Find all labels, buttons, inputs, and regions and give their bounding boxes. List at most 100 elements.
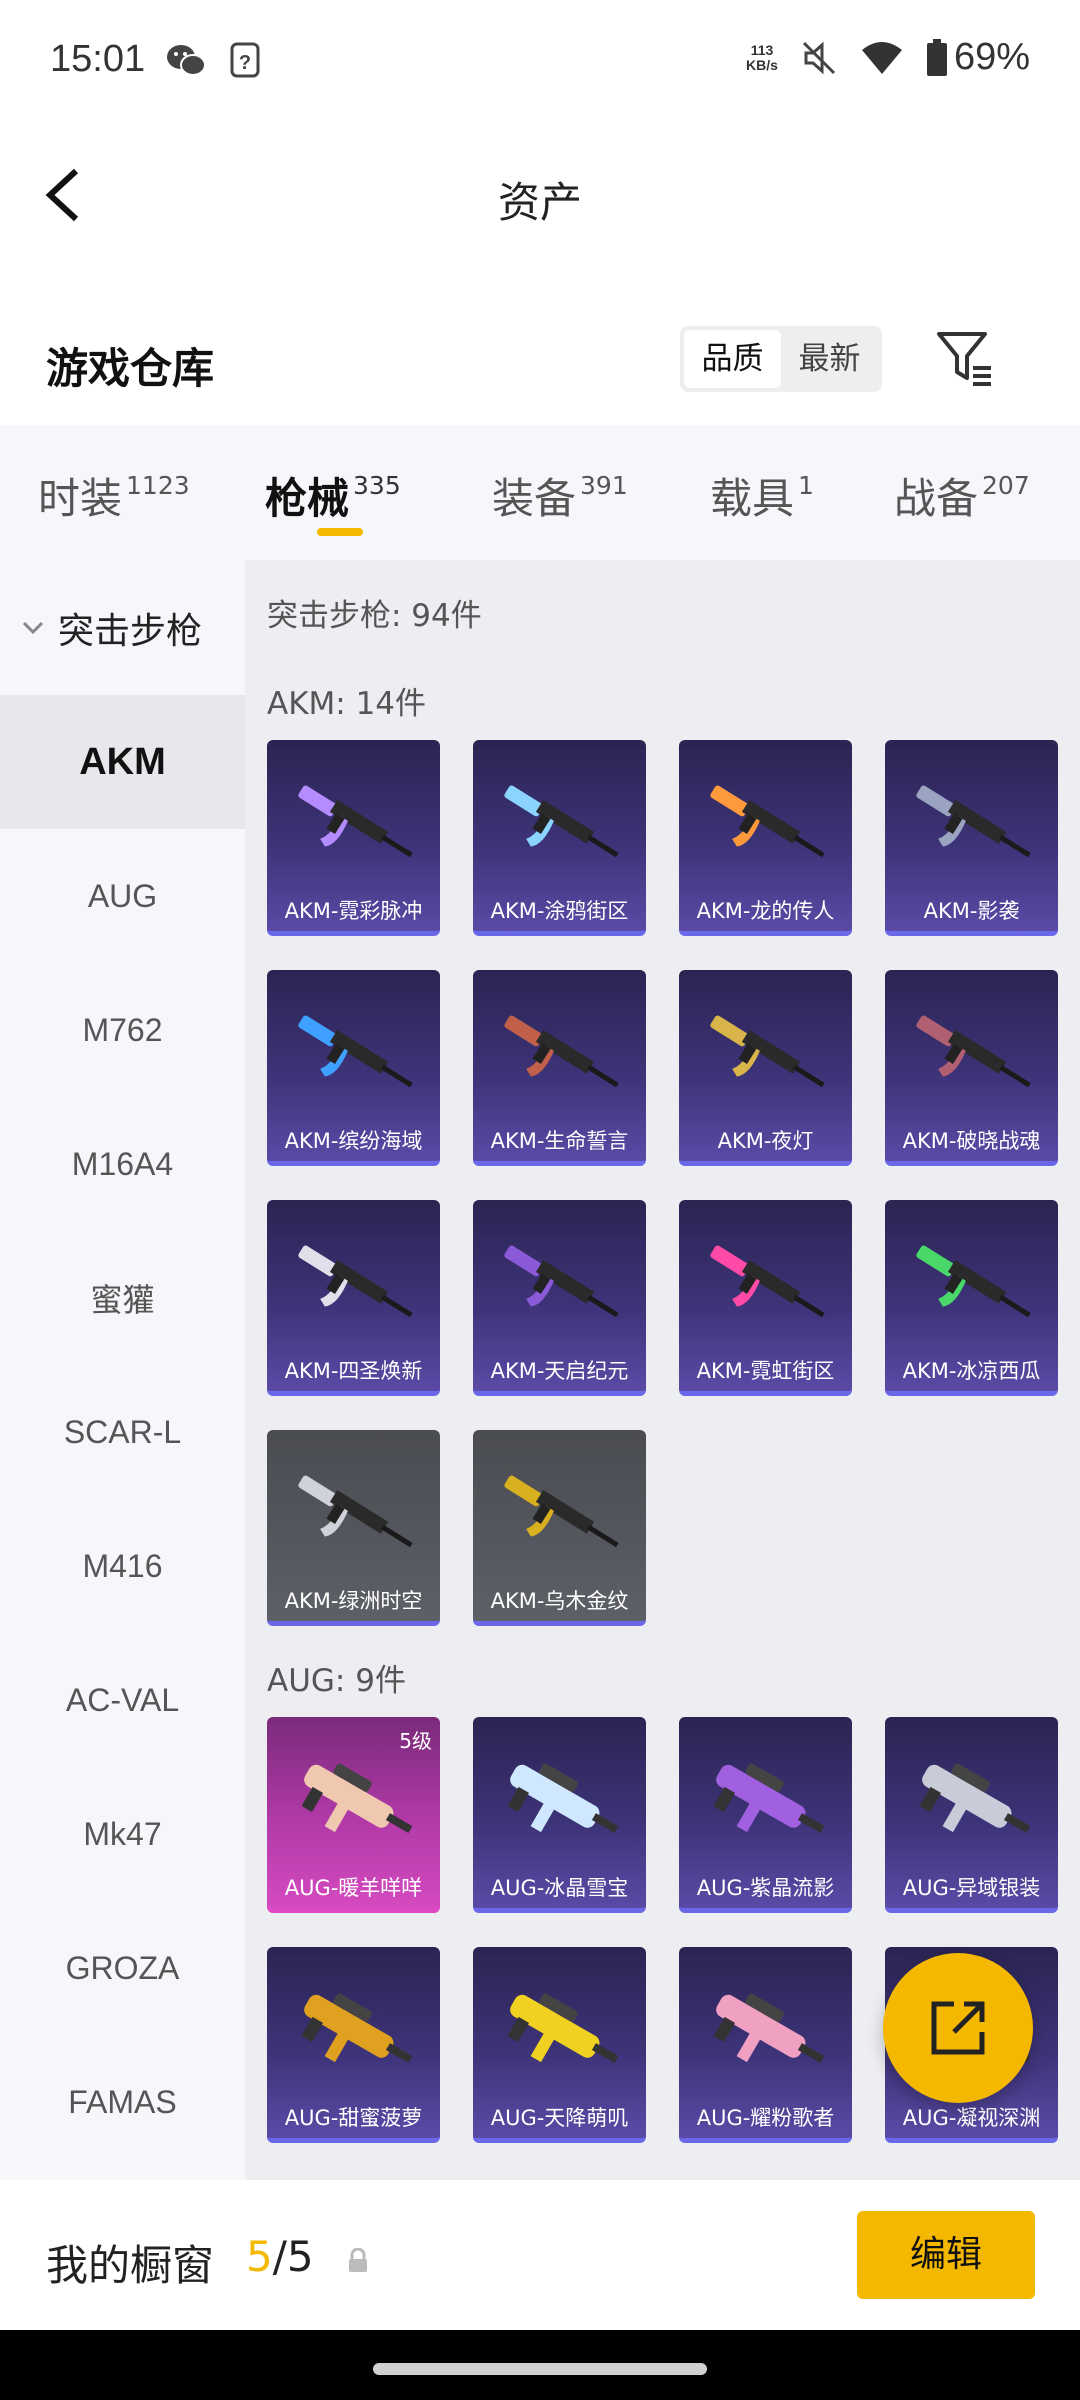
skin-name: AKM-龙的传人 bbox=[696, 899, 835, 923]
weapon-grid: 突击步枪: 94件 AKM: 14件 AKM-霓彩脉冲 AKM-涂鸦街区 AKM-龙的… bbox=[245, 560, 1080, 2180]
akm-rifle-icon bbox=[298, 1245, 413, 1318]
skin-name: AKM-缤纷海域 bbox=[284, 1129, 423, 1153]
category-header: 突击步枪: 94件 bbox=[267, 598, 482, 634]
skin-card[interactable]: AKM-影袭 bbox=[885, 740, 1058, 936]
active-tab-indicator bbox=[317, 528, 363, 536]
sidebar-item-m762[interactable]: M762 bbox=[0, 963, 245, 1097]
lock-icon bbox=[349, 2248, 367, 2272]
aug-rifle-icon bbox=[507, 1763, 619, 1833]
skin-name: AKM-破晓战魂 bbox=[902, 1129, 1041, 1153]
skin-card[interactable]: AKM-生命誓言 bbox=[473, 970, 646, 1166]
tab-fashion[interactable]: 时装 1123 bbox=[38, 465, 190, 526]
skin-name: AUG-冰晶雪宝 bbox=[490, 1876, 629, 1900]
aug-rifle-icon bbox=[713, 1993, 825, 2063]
filter-icon[interactable] bbox=[935, 328, 995, 388]
akm-rifle-icon bbox=[916, 1015, 1031, 1088]
skin-card[interactable]: AKM-涂鸦街区 bbox=[473, 740, 646, 936]
skin-card[interactable]: AKM-夜灯 bbox=[679, 970, 852, 1166]
akm-rifle-icon bbox=[916, 1245, 1031, 1318]
aug-rifle-icon bbox=[919, 1763, 1031, 1833]
sort-toggle: 品质 最新 bbox=[680, 326, 882, 392]
mute-icon bbox=[802, 41, 835, 74]
skin-name: AKM-乌木金纹 bbox=[490, 1589, 629, 1613]
status-bar: 15:01 ? 113 KB/s 69% bbox=[0, 0, 1080, 125]
system-nav-bar bbox=[0, 2330, 1080, 2400]
sidebar-item-aug[interactable]: AUG bbox=[0, 829, 245, 963]
battery-icon bbox=[926, 38, 947, 76]
skin-card[interactable]: AKM-冰凉西瓜 bbox=[885, 1200, 1058, 1396]
home-gesture-pill[interactable] bbox=[373, 2363, 707, 2375]
akm-rifle-icon bbox=[298, 1015, 413, 1088]
skin-name: AKM-四圣焕新 bbox=[284, 1359, 423, 1383]
sort-option-latest[interactable]: 最新 bbox=[781, 330, 878, 388]
skin-name: AKM-冰凉西瓜 bbox=[902, 1359, 1041, 1383]
skin-card[interactable]: AUG-冰晶雪宝 bbox=[473, 1717, 646, 1913]
skin-name: AUG-凝视深渊 bbox=[902, 2106, 1041, 2130]
skin-card[interactable]: AUG-耀粉歌者 bbox=[679, 1947, 852, 2143]
sidebar-item-akm[interactable]: AKM bbox=[0, 695, 245, 829]
wechat-icon bbox=[167, 45, 206, 76]
section-header: AKM: 14件 bbox=[267, 686, 427, 722]
akm-rifle-icon bbox=[504, 785, 619, 858]
showcase-bar: 我的橱窗 5/5 编辑 bbox=[0, 2180, 1080, 2330]
aug-rifle-icon bbox=[301, 1763, 413, 1833]
akm-rifle-icon bbox=[710, 785, 825, 858]
showcase-title: 我的橱窗 bbox=[46, 2241, 215, 2290]
app-header: 资产 bbox=[0, 125, 1080, 265]
edit-button[interactable]: 编辑 bbox=[857, 2211, 1035, 2299]
akm-rifle-icon bbox=[504, 1245, 619, 1318]
sidebar-item-honey-badger[interactable]: 蜜獾 bbox=[0, 1231, 245, 1365]
sidebar-group-assault-rifles[interactable]: 突击步枪 bbox=[0, 560, 245, 695]
skin-card[interactable]: AUG-异域银装 bbox=[885, 1717, 1058, 1913]
skin-card[interactable]: AUG-甜蜜菠萝 bbox=[267, 1947, 440, 2143]
tab-supplies[interactable]: 战备 207 bbox=[894, 465, 1030, 526]
skin-card[interactable]: AUG-天降萌叽 bbox=[473, 1947, 646, 2143]
skin-name: AKM-霓虹街区 bbox=[696, 1359, 835, 1383]
skin-name: AKM-绿洲时空 bbox=[284, 1589, 423, 1613]
skin-name: AUG-天降萌叽 bbox=[490, 2106, 629, 2130]
skin-card[interactable]: AKM-破晓战魂 bbox=[885, 970, 1058, 1166]
section-header: AUG: 9件 bbox=[267, 1663, 406, 1699]
showcase-count: 5/5 bbox=[246, 2232, 314, 2281]
sidebar-item-mk47[interactable]: Mk47 bbox=[0, 1767, 245, 1901]
sort-option-quality[interactable]: 品质 bbox=[684, 330, 781, 388]
chevron-down-icon bbox=[22, 621, 44, 634]
sidebar-item-groza[interactable]: GROZA bbox=[0, 1901, 245, 2035]
skin-card[interactable]: AKM-龙的传人 bbox=[679, 740, 852, 936]
share-button[interactable] bbox=[883, 1953, 1033, 2103]
skin-card[interactable]: AKM-霓虹街区 bbox=[679, 1200, 852, 1396]
aug-rifle-icon bbox=[713, 1763, 825, 1833]
skin-name: AUG-甜蜜菠萝 bbox=[284, 2106, 423, 2130]
skin-name: AKM-影袭 bbox=[923, 899, 1020, 923]
tab-guns[interactable]: 枪械 335 bbox=[265, 465, 401, 526]
category-tabs: 时装 1123 枪械 335 装备 391 载具 1 战备 207 bbox=[0, 425, 1080, 560]
skin-name: AUG-暖羊咩咩 bbox=[284, 1876, 423, 1900]
sidebar-item-ac-val[interactable]: AC-VAL bbox=[0, 1633, 245, 1767]
skin-card[interactable]: 5级 AUG-暖羊咩咩 bbox=[267, 1717, 440, 1913]
sidebar-item-m16a4[interactable]: M16A4 bbox=[0, 1097, 245, 1231]
skin-card[interactable]: AKM-乌木金纹 bbox=[473, 1430, 646, 1626]
skin-name: AKM-夜灯 bbox=[717, 1129, 814, 1153]
tab-vehicles[interactable]: 载具 1 bbox=[710, 465, 814, 526]
sidebar-item-famas[interactable]: FAMAS bbox=[0, 2035, 245, 2169]
svg-text:?: ? bbox=[239, 52, 251, 74]
skin-card[interactable]: AUG-紫晶流影 bbox=[679, 1717, 852, 1913]
share-external-icon bbox=[931, 2001, 985, 2055]
skin-card[interactable]: AKM-霓彩脉冲 bbox=[267, 740, 440, 936]
akm-rifle-icon bbox=[710, 1245, 825, 1318]
warehouse-row: 游戏仓库 品质 最新 bbox=[0, 300, 1080, 425]
akm-rifle-icon bbox=[298, 785, 413, 858]
skin-name: AUG-耀粉歌者 bbox=[696, 2106, 835, 2130]
aug-rifle-icon bbox=[301, 1993, 413, 2063]
skin-name: AKM-涂鸦街区 bbox=[490, 899, 629, 923]
battery-level: 69% bbox=[953, 36, 1030, 78]
skin-card[interactable]: AKM-四圣焕新 bbox=[267, 1200, 440, 1396]
skin-card[interactable]: AKM-绿洲时空 bbox=[267, 1430, 440, 1626]
sidebar-item-m416[interactable]: M416 bbox=[0, 1499, 245, 1633]
skin-name: AKM-生命誓言 bbox=[490, 1129, 629, 1153]
akm-rifle-icon bbox=[504, 1475, 619, 1548]
tab-equipment[interactable]: 装备 391 bbox=[492, 465, 628, 526]
sidebar-item-scar-l[interactable]: SCAR-L bbox=[0, 1365, 245, 1499]
skin-card[interactable]: AKM-缤纷海域 bbox=[267, 970, 440, 1166]
skin-card[interactable]: AKM-天启纪元 bbox=[473, 1200, 646, 1396]
